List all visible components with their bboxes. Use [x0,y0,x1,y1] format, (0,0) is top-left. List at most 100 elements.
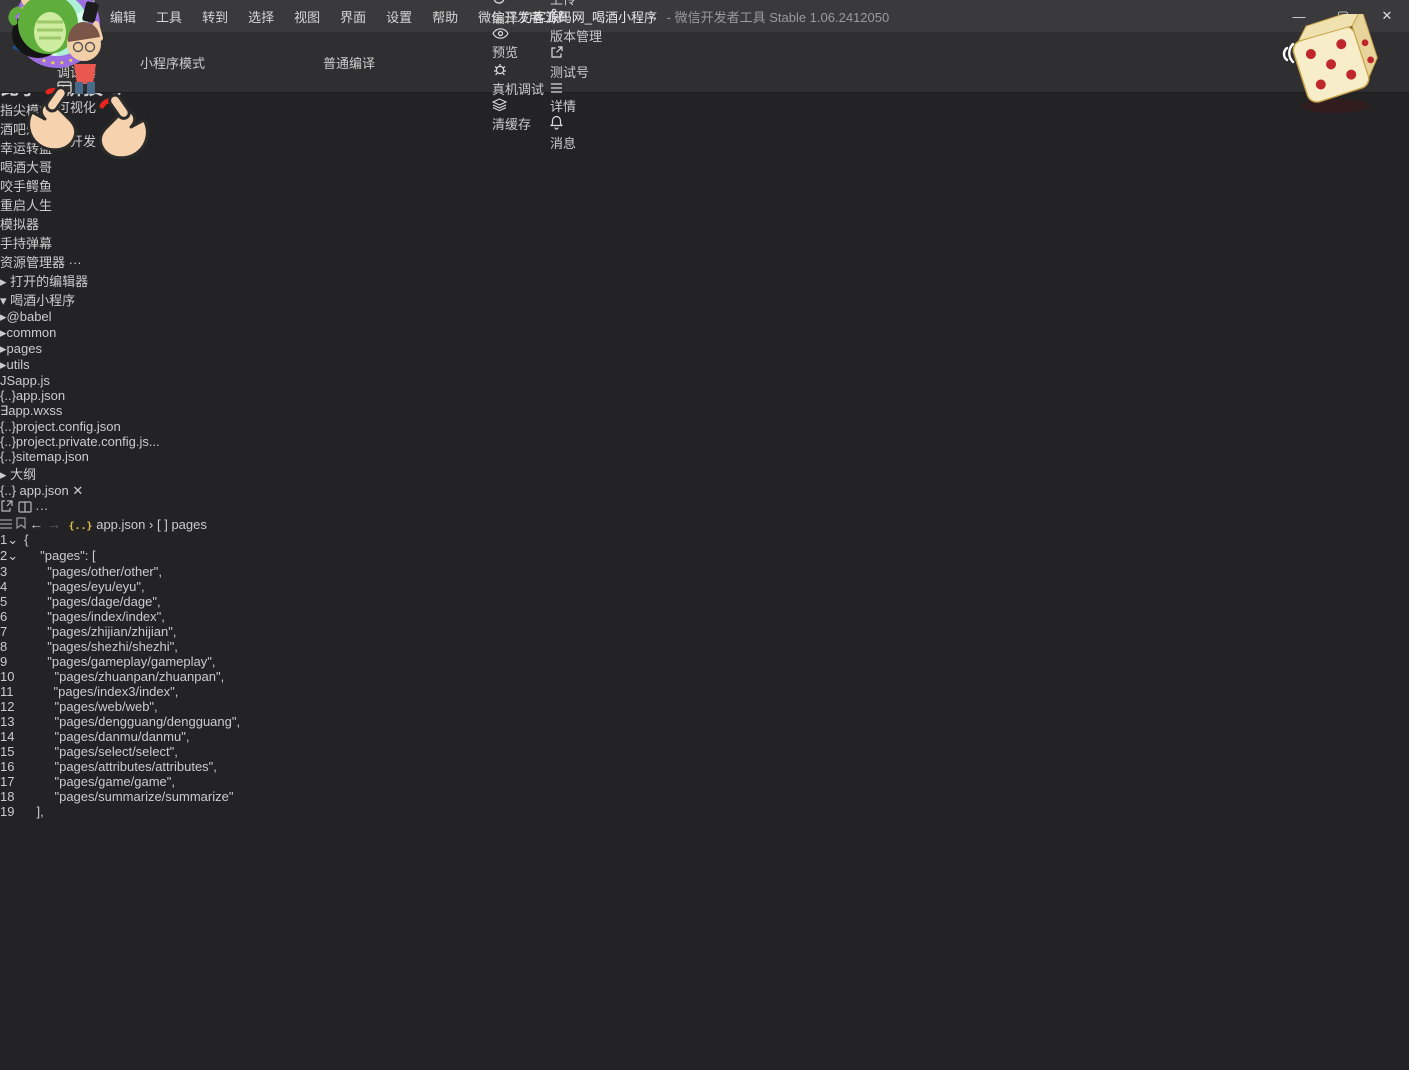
wxss-icon: ∃ [0,403,8,418]
wechat-devtools-window: 项目文件编辑工具转到选择视图界面设置帮助微信开发者工具 刀客源码网_喝酒小程序 … [0,0,1409,1070]
json-file-icon: {..} [0,483,16,498]
editor-more-icon[interactable]: ··· [35,501,48,516]
messages-button[interactable]: 消息 [550,115,608,152]
code-line-9[interactable]: 9"pages/gameplay/gameplay", [0,654,1409,669]
code-line-15[interactable]: 15"pages/select/select", [0,744,1409,759]
chevron-right-icon: ▸ [0,274,7,289]
split-editor-icon[interactable] [18,501,32,516]
main-toolbar: 模拟器 </> 编辑器 调试器 可视化 云开发 小程序模式 普通编译 [0,32,1409,93]
project-root-section[interactable]: ▾ 喝酒小程序 [0,290,1409,309]
file-utils[interactable]: ▸utils [0,357,1409,373]
file-@babel[interactable]: ▸@babel [0,309,1409,325]
file-app.js[interactable]: JSapp.js [0,373,1409,388]
menu-选择[interactable]: 选择 [240,3,282,30]
menu-设置[interactable]: 设置 [378,3,420,30]
tile-lucky-wheel[interactable]: 幸运转盘 [0,138,1409,157]
bookmark-icon[interactable] [16,517,26,532]
compile-mode-select[interactable]: 普通编译 [323,53,458,72]
code-area[interactable]: 1⌄{2⌄"pages": [3"pages/other/other",4"pa… [0,532,1409,1070]
bell-icon [550,118,563,133]
details-button[interactable]: 详情 [550,81,608,115]
code-line-16[interactable]: 16"pages/attributes/attributes", [0,759,1409,774]
file-tree: ▸@babel▸common▸pages▸utilsJSapp.js{..}ap… [0,309,1409,464]
version-control-button[interactable]: 版本管理 [550,8,608,45]
code-line-17[interactable]: 17"pages/game/game", [0,774,1409,789]
clear-cache-button[interactable]: 清缓存 [492,98,548,133]
file-project.private.config.js...[interactable]: {..}project.private.config.js... [0,434,1409,449]
code-line-7[interactable]: 7"pages/zhijian/zhijian", [0,624,1409,639]
tile-restart-life[interactable]: 重启人生 模拟器 [0,195,1409,233]
back-arrow-icon[interactable]: ← [29,516,43,532]
menu-视图[interactable]: 视图 [286,3,328,30]
file-explorer: 资源管理器 ··· ▸ 打开的编辑器 ▾ 喝酒小程序 ▸@babel▸commo… [0,252,1409,483]
boy-with-phone-icon [44,0,130,99]
code-line-3[interactable]: 3"pages/other/other", [0,564,1409,579]
test-account-button[interactable]: 测试号 [550,45,600,81]
code-line-14[interactable]: 14"pages/danmu/danmu", [0,729,1409,744]
git-branch-icon [550,11,564,26]
breadcrumb: ← → {..} app.json › [ ] pages [0,516,1409,532]
json-icon: {..} [0,388,16,403]
editor-tabstrip: {..} app.json ✕ ··· [0,483,1409,516]
code-line-10[interactable]: 10"pages/zhuanpan/zhuanpan", [0,669,1409,684]
breadcrumb-file[interactable]: app.json [96,517,145,532]
code-line-12[interactable]: 12"pages/web/web", [0,699,1409,714]
outline-list-icon[interactable] [0,517,12,532]
tile-drinking-boss[interactable]: 喝酒大哥 [0,157,1409,176]
forward-arrow-icon[interactable]: → [47,516,61,532]
breadcrumb-node[interactable]: pages [171,517,206,532]
tab-app-json[interactable]: {..} app.json ✕ [0,483,1409,499]
explorer-more-icon[interactable]: ··· [69,255,82,270]
open-editors-section[interactable]: ▸ 打开的编辑器 [0,271,1409,290]
layers-icon [492,99,507,114]
file-pages[interactable]: ▸pages [0,341,1409,357]
json-icon: {..} [0,449,16,464]
code-line-2[interactable]: 2⌄"pages": [ [0,548,1409,564]
file-sitemap.json[interactable]: {..}sitemap.json [0,449,1409,464]
file-app.wxss[interactable]: ∃app.wxss [0,403,1409,419]
code-line-1[interactable]: 1⌄{ [0,532,1409,548]
outline-section[interactable]: ▸ 大纲 [0,464,1409,483]
bug-icon [492,64,508,79]
file-app.json[interactable]: {..}app.json [0,388,1409,403]
code-line-4[interactable]: 4"pages/eyu/eyu", [0,579,1409,594]
json-icon: {..} [0,434,16,449]
compile-button[interactable]: 编译 [492,0,550,27]
code-line-11[interactable]: 11"pages/index3/index", [0,684,1409,699]
eye-icon [492,27,509,42]
menu-转到[interactable]: 转到 [194,3,236,30]
tile-bar-lights[interactable]: 酒吧灯光 [0,119,1409,138]
code-line-6[interactable]: 6"pages/index/index", [0,609,1409,624]
file-common[interactable]: ▸common [0,325,1409,341]
code-line-19[interactable]: 19], [0,804,1409,819]
js-icon: JS [0,373,15,388]
device-debug-button[interactable]: 真机调试 [492,61,550,98]
menu-界面[interactable]: 界面 [332,3,374,30]
preview-button[interactable]: 预览 [492,27,550,61]
dice-icon [1277,14,1387,119]
explorer-title: 资源管理器 [0,255,65,270]
menu-帮助[interactable]: 帮助 [424,3,466,30]
code-line-8[interactable]: 8"pages/shezhi/shezhi", [0,639,1409,654]
refresh-icon [492,0,506,8]
file-project.config.json[interactable]: {..}project.config.json [0,419,1409,434]
mode-select[interactable]: 小程序模式 [140,53,295,72]
array-node-icon: [ ] [157,517,168,532]
chevron-down-icon: ▾ [0,293,7,308]
code-line-5[interactable]: 5"pages/dage/dage", [0,594,1409,609]
preview-page-icon[interactable] [0,501,14,516]
tile-handheld-danmu[interactable]: 手持弹幕 [0,233,1409,252]
indent-guide [0,819,1409,1070]
menu-工具[interactable]: 工具 [148,3,190,30]
wood-platform: 手持弹幕 [0,233,1409,252]
breadcrumb-separator: › [149,517,153,532]
code-lines: 1⌄{2⌄"pages": [3"pages/other/other",4"pa… [0,532,1409,819]
close-tab-icon[interactable]: ✕ [72,483,83,498]
code-editor: {..} app.json ✕ ··· ← → {..} app.json [0,483,1409,1070]
tile-fingertip-mode[interactable]: 指尖模式 [0,100,1409,119]
tile-crocodile-bite[interactable]: 咬手鳄鱼 [0,176,1409,195]
upload-button[interactable]: 上传 [550,0,608,8]
app-version: - 微信开发者工具 Stable 1.06.2412050 [667,10,890,25]
code-line-13[interactable]: 13"pages/dengguang/dengguang", [0,714,1409,729]
code-line-18[interactable]: 18"pages/summarize/summarize" [0,789,1409,804]
